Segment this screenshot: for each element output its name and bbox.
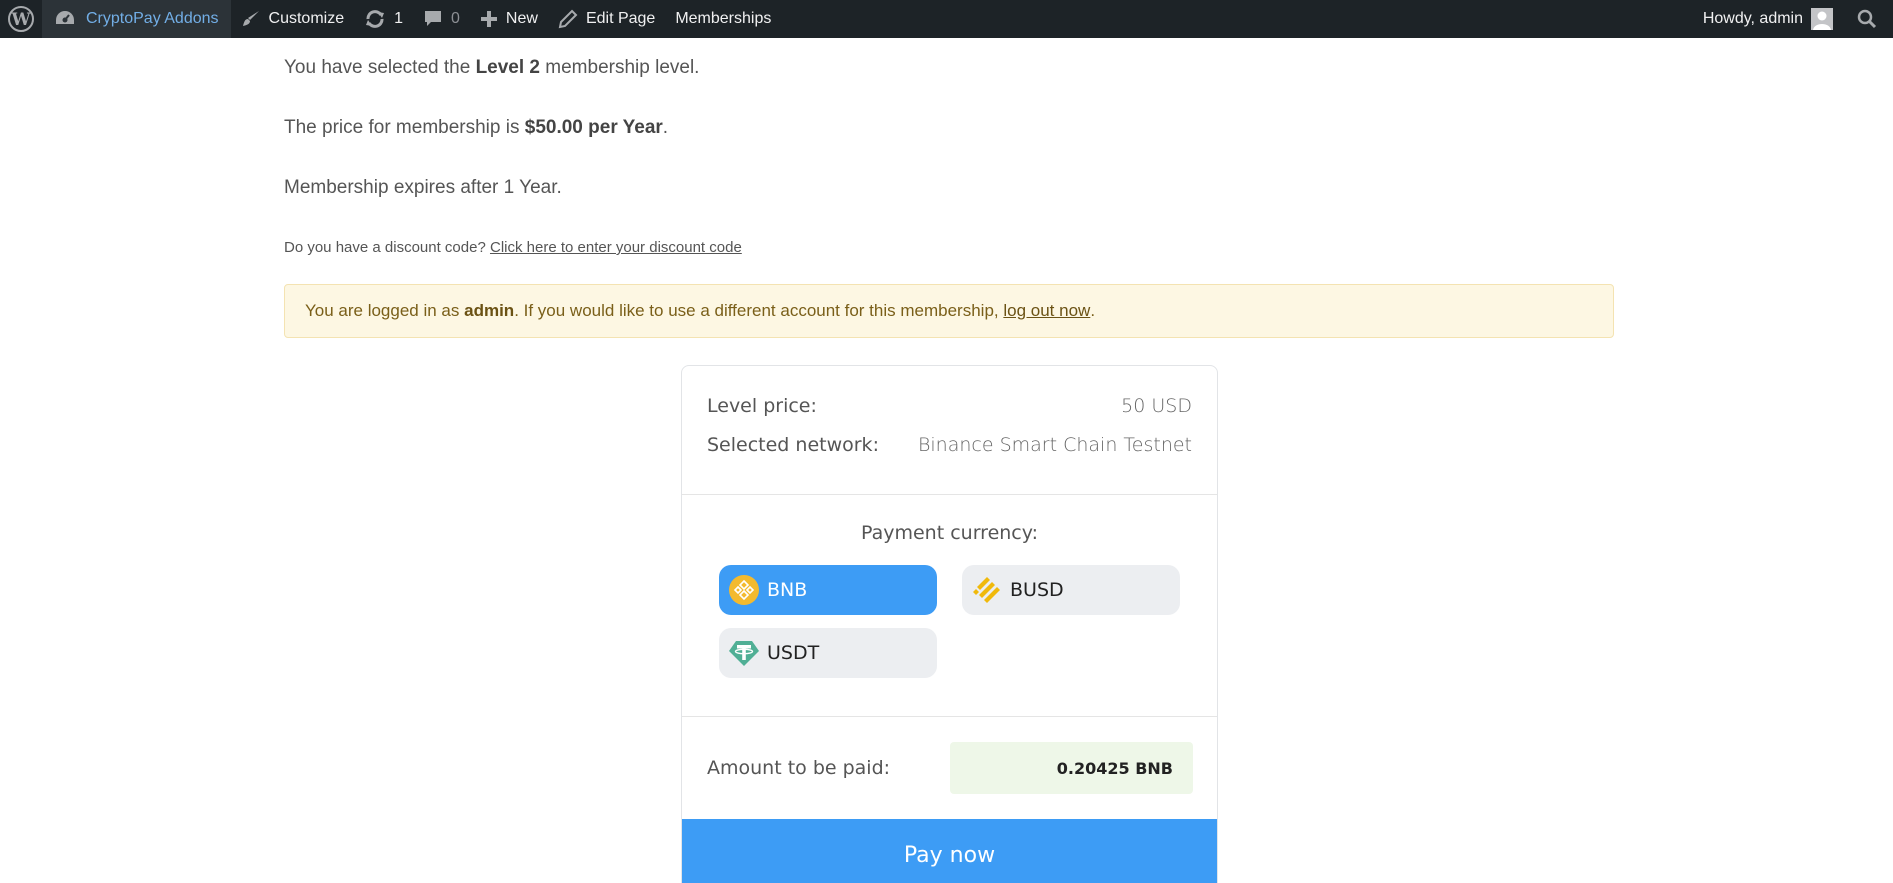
level-price-row: Level price: 50 USD xyxy=(707,395,1192,417)
customize-label: Customize xyxy=(268,10,345,27)
network-label: Selected network: xyxy=(707,434,879,456)
avatar xyxy=(1811,8,1833,30)
level-suffix: membership level. xyxy=(540,57,700,78)
discount-code-link[interactable]: Click here to enter your discount code xyxy=(490,239,742,256)
comments-count: 0 xyxy=(451,10,460,27)
edit-page-link[interactable]: Edit Page xyxy=(548,0,665,38)
site-name-label: CryptoPay Addons xyxy=(86,10,219,27)
new-content-link[interactable]: New xyxy=(470,0,548,38)
level-selection-text: You have selected the Level 2 membership… xyxy=(284,57,699,79)
payment-info-section: Level price: 50 USD Selected network: Bi… xyxy=(682,366,1217,495)
admin-bar-secondary: Howdy, admin xyxy=(1693,0,1893,38)
new-label: New xyxy=(505,10,538,27)
price-text: The price for membership is $50.00 per Y… xyxy=(284,117,668,139)
notice-middle: . If you would like to use a different a… xyxy=(514,301,999,320)
currency-title: Payment currency: xyxy=(860,522,1039,544)
logout-link[interactable]: log out now xyxy=(1003,301,1090,321)
currency-option-busd[interactable]: BUSD xyxy=(962,565,1180,615)
currency-option-bnb[interactable]: BNB xyxy=(719,565,937,615)
expiration-text: Membership expires after 1 Year. xyxy=(284,177,562,198)
currency-option-usdt[interactable]: USDT xyxy=(719,628,937,678)
currency-label-bnb: BNB xyxy=(767,579,808,601)
edit-page-label: Edit Page xyxy=(585,10,656,27)
updates-link[interactable]: 1 xyxy=(354,0,413,38)
price-value: $50.00 per Year xyxy=(524,117,663,138)
pencil-icon xyxy=(558,9,578,29)
currency-label-usdt: USDT xyxy=(767,642,820,664)
currency-section: Payment currency: BNB BUSD USDT xyxy=(682,495,1217,717)
network-value: Binance Smart Chain Testnet xyxy=(917,434,1192,456)
admin-bar: W CryptoPay Addons Customize 1 0 New Edi… xyxy=(0,0,1893,38)
my-account-menu[interactable]: Howdy, admin xyxy=(1693,0,1843,38)
site-name-link[interactable]: CryptoPay Addons xyxy=(42,0,231,38)
discount-question: Do you have a discount code? xyxy=(284,239,490,256)
search-icon xyxy=(1857,9,1877,29)
amount-label: Amount to be paid: xyxy=(707,757,891,779)
wordpress-menu[interactable]: W xyxy=(0,0,42,38)
svg-text:W: W xyxy=(10,10,31,30)
usdt-icon xyxy=(727,636,761,670)
notice-prefix: You are logged in as xyxy=(305,301,460,320)
memberships-label: Memberships xyxy=(675,10,772,27)
plus-icon xyxy=(480,10,498,28)
discount-prompt: Do you have a discount code? Click here … xyxy=(284,239,742,256)
comment-icon xyxy=(423,9,443,29)
price-prefix: The price for membership is xyxy=(284,117,525,138)
admin-bar-search[interactable] xyxy=(1843,0,1893,38)
logged-in-notice: You are logged in as admin. If you would… xyxy=(284,284,1614,338)
pay-now-button[interactable]: Pay now xyxy=(682,819,1217,883)
brush-icon xyxy=(241,9,261,29)
comments-link[interactable]: 0 xyxy=(413,0,470,38)
level-price-value: 50 USD xyxy=(1121,395,1192,417)
wordpress-logo-icon: W xyxy=(8,6,34,32)
amount-value: 0.20425 BNB xyxy=(950,742,1193,794)
price-suffix: . xyxy=(662,117,669,138)
howdy-label: Howdy, admin xyxy=(1702,10,1803,27)
level-name: Level 2 xyxy=(475,57,540,78)
bnb-icon xyxy=(727,573,761,607)
level-price-label: Level price: xyxy=(707,395,817,417)
network-row: Selected network: Binance Smart Chain Te… xyxy=(707,434,1192,456)
memberships-link[interactable]: Memberships xyxy=(665,0,781,38)
customize-link[interactable]: Customize xyxy=(231,0,355,38)
notice-username: admin xyxy=(464,301,515,320)
updates-icon xyxy=(364,9,386,29)
updates-count: 1 xyxy=(394,10,404,27)
amount-section: Amount to be paid: 0.20425 BNB xyxy=(682,717,1217,821)
currency-label-busd: BUSD xyxy=(1010,579,1064,601)
notice-suffix: . xyxy=(1090,301,1096,320)
dashboard-icon xyxy=(54,9,86,29)
busd-icon xyxy=(970,573,1004,607)
level-prefix: You have selected the xyxy=(284,57,476,78)
cryptopay-payment-card: Level price: 50 USD Selected network: Bi… xyxy=(681,365,1218,883)
